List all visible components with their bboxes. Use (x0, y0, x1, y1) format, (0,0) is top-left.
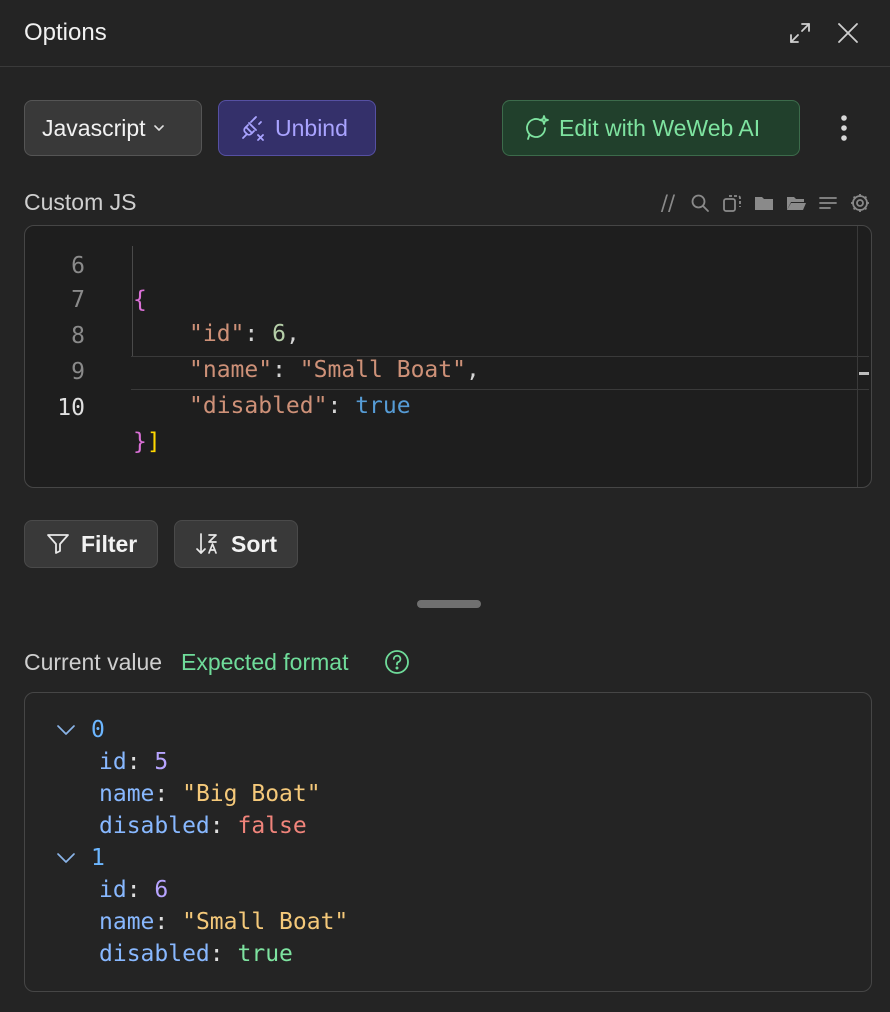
code-line: 8 "name": "Small Boat", (25, 285, 871, 383)
code-line: 6 { (25, 226, 871, 313)
chevron-down-icon[interactable] (55, 847, 77, 869)
comment-icon[interactable]: // (656, 191, 680, 215)
code-value: true (355, 393, 411, 419)
tree-value: "Small Boat" (182, 909, 349, 935)
close-icon[interactable] (835, 20, 861, 46)
unplug-icon (242, 116, 264, 141)
tree-row: id: 5 (99, 746, 168, 778)
tree-colon: : (209, 941, 224, 967)
current-value-label: Current value (24, 649, 163, 675)
tree-index[interactable]: 1 (91, 842, 105, 874)
tree-colon: : (126, 749, 141, 775)
language-select[interactable]: Javascript (24, 100, 202, 156)
scrollbar-cursor-marker (859, 372, 869, 375)
expand-icon[interactable] (787, 20, 813, 46)
tree-row: disabled: true (99, 938, 293, 970)
chevron-down-icon[interactable] (55, 719, 77, 741)
tree-key: disabled (99, 941, 210, 967)
more-options-icon[interactable] (830, 112, 858, 144)
tree-colon: : (126, 877, 141, 903)
tree-row: name: "Small Boat" (99, 906, 348, 938)
code-editor[interactable]: 6 { 7 "id": 6, 8 "name": "Small Boat", 9… (24, 225, 872, 488)
filter-label: Filter (81, 530, 138, 557)
tree-key: id (99, 877, 127, 903)
code-text: "disabled": true (189, 389, 411, 423)
line-number: 10 (57, 395, 85, 421)
code-key: "disabled" (189, 393, 328, 419)
tree-row: disabled: false (99, 810, 307, 842)
settings-icon[interactable] (848, 191, 872, 215)
ai-chat-sparkle-icon (526, 115, 549, 140)
panel-header: Options (0, 0, 890, 67)
edit-with-ai-button[interactable]: Edit with WeWeb AI (502, 100, 800, 156)
search-icon[interactable] (688, 191, 712, 215)
code-sep: : (327, 393, 356, 419)
code-text: }] (133, 425, 161, 459)
tree-key: name (99, 909, 155, 935)
tree-key: disabled (99, 813, 210, 839)
filter-icon (47, 534, 69, 554)
tree-row: name: "Big Boat" (99, 778, 321, 810)
tree-value: true (237, 941, 293, 967)
sort-label: Sort (231, 530, 277, 557)
tree-row: id: 6 (99, 874, 168, 906)
code-bracket: } (133, 429, 147, 455)
help-icon[interactable] (384, 649, 410, 675)
expected-format-link[interactable]: Expected format (181, 649, 348, 676)
tree-index[interactable]: 0 (91, 714, 105, 746)
code-bracket: ] (146, 429, 161, 455)
current-value-tree: 0 id: 5 name: "Big Boat" disabled: false… (24, 692, 872, 992)
tree-value: 6 (154, 877, 169, 903)
chevron-down-icon (153, 125, 164, 131)
sort-az-icon (196, 533, 217, 554)
folder-icon[interactable] (752, 191, 776, 215)
edit-with-ai-label: Edit with WeWeb AI (559, 114, 761, 141)
editor-scrollbar[interactable] (857, 226, 858, 487)
language-select-value: Javascript (42, 114, 146, 141)
editor-toolbar: // (656, 191, 872, 217)
tree-colon: : (154, 781, 169, 807)
tree-value: false (237, 813, 307, 839)
tree-value: 5 (154, 749, 169, 775)
copy-icon[interactable] (720, 191, 744, 215)
custom-js-label: Custom JS (24, 189, 137, 215)
tree-key: name (99, 781, 155, 807)
code-line: 9 "disabled": true (25, 321, 871, 419)
panel-title: Options (24, 19, 107, 46)
code-line: 7 "id": 6, (25, 249, 871, 347)
tree-value: "Big Boat" (182, 781, 321, 807)
unbind-label: Unbind (275, 114, 348, 141)
tree-key: id (99, 749, 127, 775)
folder-open-icon[interactable] (784, 191, 808, 215)
filter-button[interactable]: Filter (24, 520, 158, 568)
format-icon[interactable] (816, 191, 840, 215)
tree-colon: : (209, 813, 224, 839)
code-line: 10 }] (25, 357, 871, 455)
tree-colon: : (154, 909, 169, 935)
sort-button[interactable]: Sort (174, 520, 298, 568)
resize-handle[interactable] (417, 600, 481, 608)
unbind-button[interactable]: Unbind (218, 100, 376, 156)
